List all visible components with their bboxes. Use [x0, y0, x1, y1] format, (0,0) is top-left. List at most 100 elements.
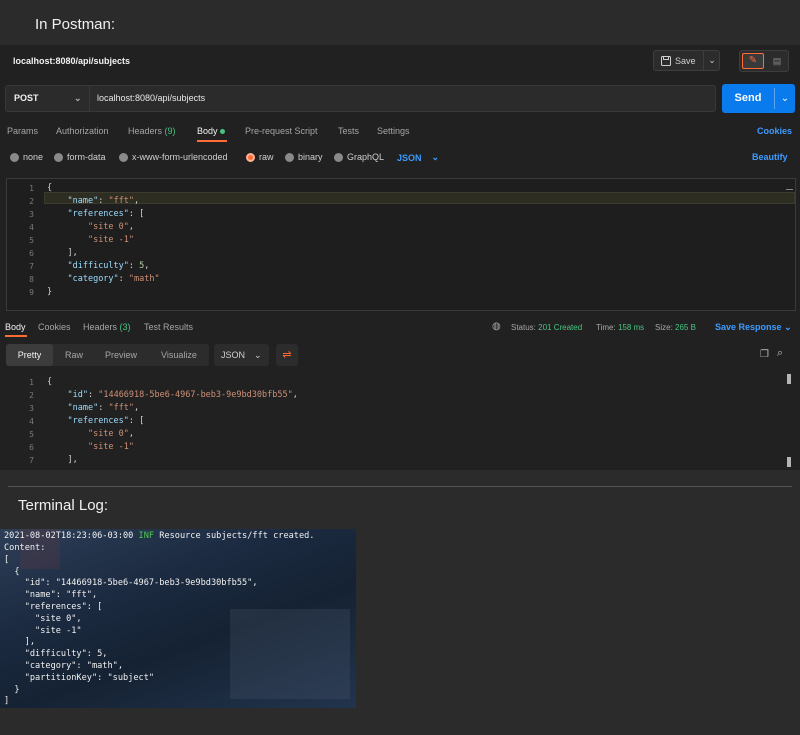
save-button[interactable]: Save	[654, 51, 703, 70]
tab-params[interactable]: Params	[7, 126, 38, 136]
headers-count: (9)	[164, 126, 176, 136]
section-divider	[8, 486, 792, 487]
request-code-line: "difficulty": 5,	[67, 261, 150, 271]
radio-urlencoded[interactable]: x-www-form-urlencoded	[119, 152, 228, 162]
request-code-line: "site 0",	[87, 222, 135, 232]
radio-form-data[interactable]: form-data	[54, 152, 106, 162]
terminal-line: ],	[4, 637, 36, 648]
response-line-number: 4	[29, 417, 34, 426]
chevron-down-icon: ⌄	[74, 93, 82, 103]
response-time: Time: 158 ms	[596, 323, 644, 332]
radio-none[interactable]: none	[10, 152, 43, 162]
request-code-line: {	[47, 183, 53, 193]
view-pretty-button[interactable]: Pretty	[6, 344, 53, 366]
request-code-line: "site -1"	[87, 235, 135, 245]
search-icon[interactable]: ⌕	[777, 347, 783, 360]
time-value: 158 ms	[617, 323, 645, 332]
response-tab-body[interactable]: Body	[5, 322, 26, 332]
response-scrollbar[interactable]	[787, 374, 791, 384]
status-label: Status:	[511, 323, 536, 332]
view-raw-button[interactable]: Raw	[65, 344, 83, 366]
tab-body[interactable]: Body	[197, 126, 226, 136]
response-line-number: 3	[29, 404, 34, 413]
radio-raw[interactable]: raw	[246, 152, 274, 162]
url-bar: POST ⌄ localhost:8080/api/subjects	[5, 85, 716, 112]
save-icon	[661, 55, 671, 66]
request-code-line: }	[47, 287, 53, 297]
response-tab-cookies[interactable]: Cookies	[38, 322, 71, 332]
radio-binary[interactable]: binary	[285, 152, 323, 162]
request-line-number: 6	[29, 249, 34, 258]
postman-heading: In Postman:	[35, 16, 116, 33]
globe-icon: ◍	[492, 321, 501, 332]
terminal-level: INF	[138, 531, 155, 541]
body-format-select[interactable]: JSON ⌄	[397, 152, 439, 163]
tab-settings[interactable]: Settings	[377, 126, 410, 136]
request-line-number: 1	[29, 184, 34, 193]
save-dropdown-icon[interactable]: ⌄	[703, 51, 720, 70]
response-size: Size: 265 B	[655, 323, 696, 332]
tab-headers[interactable]: Headers (9)	[128, 126, 176, 136]
view-toggle: ✎ ▤	[739, 50, 789, 72]
chevron-down-icon: ⌄	[254, 350, 262, 360]
terminal-line: Content:	[4, 543, 46, 553]
tab-authorization[interactable]: Authorization	[56, 126, 109, 136]
response-headers-label: Headers	[83, 322, 118, 332]
response-tab-test-results[interactable]: Test Results	[144, 322, 193, 332]
request-code-line: ],	[47, 248, 78, 258]
status-value: 201 Created	[538, 323, 583, 332]
response-format-select[interactable]: JSON ⌄	[214, 344, 269, 366]
response-line-number: 5	[29, 430, 34, 439]
pencil-icon[interactable]: ✎	[742, 53, 764, 69]
response-code-line: ],	[47, 455, 78, 465]
response-code-line: "id": "14466918-5be6-4967-beb3-9e9bd30bf…	[67, 390, 298, 400]
request-tab-title[interactable]: localhost:8080/api/subjects	[13, 56, 130, 66]
save-label: Save	[675, 55, 696, 66]
terminal-line: "difficulty": 5,	[4, 649, 108, 660]
request-line-number: 8	[29, 275, 34, 284]
tab-tests[interactable]: Tests	[338, 126, 359, 136]
save-response-label: Save Response	[715, 322, 782, 332]
response-code-line: "name": "fft",	[67, 403, 140, 413]
view-visualize-button[interactable]: Visualize	[161, 344, 197, 366]
request-code-line: "references": [	[67, 209, 145, 219]
method-select[interactable]: POST ⌄	[6, 86, 90, 111]
terminal-timestamp: 2021-08-02T18:23:06-03:00	[4, 531, 134, 541]
chevron-down-icon: ⌄	[784, 322, 792, 332]
wrap-lines-icon[interactable]: ⇌	[276, 344, 298, 366]
terminal-first-line: 2021-08-02T18:23:06-03:00 INF Resource s…	[4, 531, 314, 541]
send-button[interactable]: Send	[722, 84, 774, 113]
request-line-number: 5	[29, 236, 34, 245]
terminal-line: "partitionKey": "subject"	[4, 672, 155, 683]
terminal-line: "site 0",	[4, 613, 82, 624]
radio-dot	[119, 152, 128, 162]
response-code-line: "site 0",	[87, 429, 135, 439]
comment-icon[interactable]: ▤	[767, 53, 787, 69]
response-tab-headers[interactable]: Headers (3)	[83, 322, 131, 332]
response-tab-underline	[5, 335, 27, 337]
response-line-number: 2	[29, 391, 34, 400]
save-response-button[interactable]: Save Response ⌄	[715, 322, 792, 333]
radio-graphql[interactable]: GraphQL	[334, 152, 384, 162]
send-dropdown-icon[interactable]: ⌄	[774, 88, 795, 109]
request-line-number: 3	[29, 210, 34, 219]
size-label: Size:	[655, 323, 673, 332]
beautify-link[interactable]: Beautify	[752, 152, 788, 162]
response-headers-count: (3)	[119, 322, 131, 332]
request-code-line: "category": "math"	[67, 274, 160, 284]
copy-icon[interactable]: ❐	[760, 349, 769, 360]
response-line-number: 6	[29, 443, 34, 452]
response-line-number: 7	[29, 456, 34, 465]
terminal-line: "site -1"	[4, 625, 82, 636]
url-input[interactable]: localhost:8080/api/subjects	[97, 86, 205, 111]
response-line-number: 1	[29, 378, 34, 387]
view-preview-button[interactable]: Preview	[105, 344, 137, 366]
radio-dot	[54, 152, 63, 162]
terminal-log: 2021-08-02T18:23:06-03:00 INF Resource s…	[0, 529, 356, 708]
radio-dot	[10, 152, 19, 162]
background-art	[230, 609, 350, 699]
tab-prerequest-script[interactable]: Pre-request Script	[245, 126, 318, 136]
cookies-link[interactable]: Cookies	[757, 126, 792, 136]
request-code-line: "name": "fft",	[67, 196, 140, 206]
terminal-line: {	[4, 566, 20, 577]
